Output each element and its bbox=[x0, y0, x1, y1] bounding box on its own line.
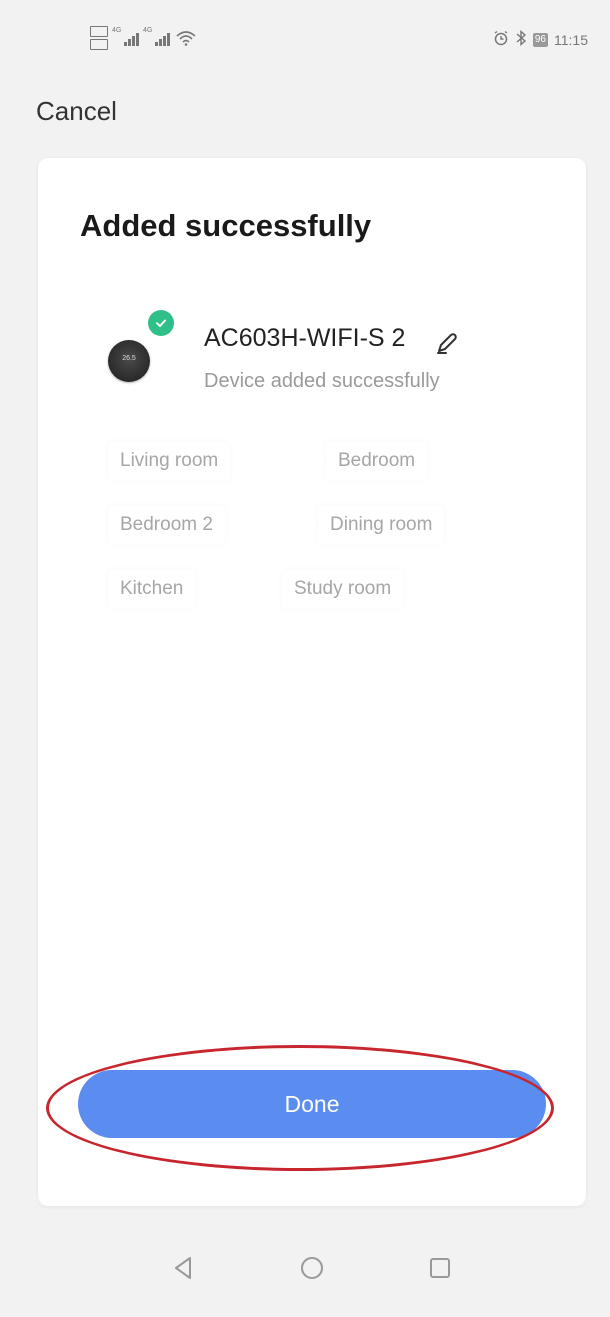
success-card: Added successfully AC603H-WIFI-S 2 Devic… bbox=[38, 158, 586, 1206]
room-chip-bedroom-2[interactable]: Bedroom 2 bbox=[108, 506, 225, 544]
signal-icon-2 bbox=[143, 27, 170, 46]
edit-icon[interactable] bbox=[434, 330, 460, 356]
wifi-icon bbox=[176, 30, 196, 46]
room-chip-kitchen[interactable]: Kitchen bbox=[108, 570, 196, 608]
home-icon[interactable] bbox=[296, 1252, 328, 1284]
back-icon[interactable] bbox=[168, 1252, 200, 1284]
status-left bbox=[90, 26, 196, 50]
bluetooth-icon bbox=[515, 29, 527, 49]
done-button[interactable]: Done bbox=[78, 1070, 546, 1138]
alarm-icon bbox=[493, 30, 509, 49]
screen: 96 11:15 Cancel Added successfully AC603… bbox=[0, 0, 610, 1317]
cancel-button[interactable]: Cancel bbox=[36, 96, 117, 127]
clock: 11:15 bbox=[554, 31, 588, 48]
page-title: Added successfully bbox=[80, 208, 372, 243]
check-badge-icon bbox=[148, 310, 174, 336]
device-row: AC603H-WIFI-S 2 Device added successfull… bbox=[104, 310, 544, 400]
sim-card-icon bbox=[90, 26, 108, 50]
device-status: Device added successfully bbox=[204, 370, 440, 392]
status-bar: 96 11:15 bbox=[0, 0, 610, 86]
room-chip-living-room[interactable]: Living room bbox=[108, 442, 231, 480]
nav-bar bbox=[0, 1220, 610, 1317]
room-chip-bedroom[interactable]: Bedroom bbox=[326, 442, 428, 480]
room-chip-study-room[interactable]: Study room bbox=[282, 570, 404, 608]
thermostat-icon bbox=[108, 340, 150, 382]
battery-icon: 96 bbox=[532, 32, 548, 47]
room-chip-dining-room[interactable]: Dining room bbox=[318, 506, 445, 544]
status-right: 96 11:15 bbox=[493, 29, 588, 49]
device-avatar bbox=[104, 332, 150, 382]
signal-icon bbox=[112, 27, 139, 46]
device-name: AC603H-WIFI-S 2 bbox=[204, 324, 406, 352]
recent-apps-icon[interactable] bbox=[424, 1252, 456, 1284]
